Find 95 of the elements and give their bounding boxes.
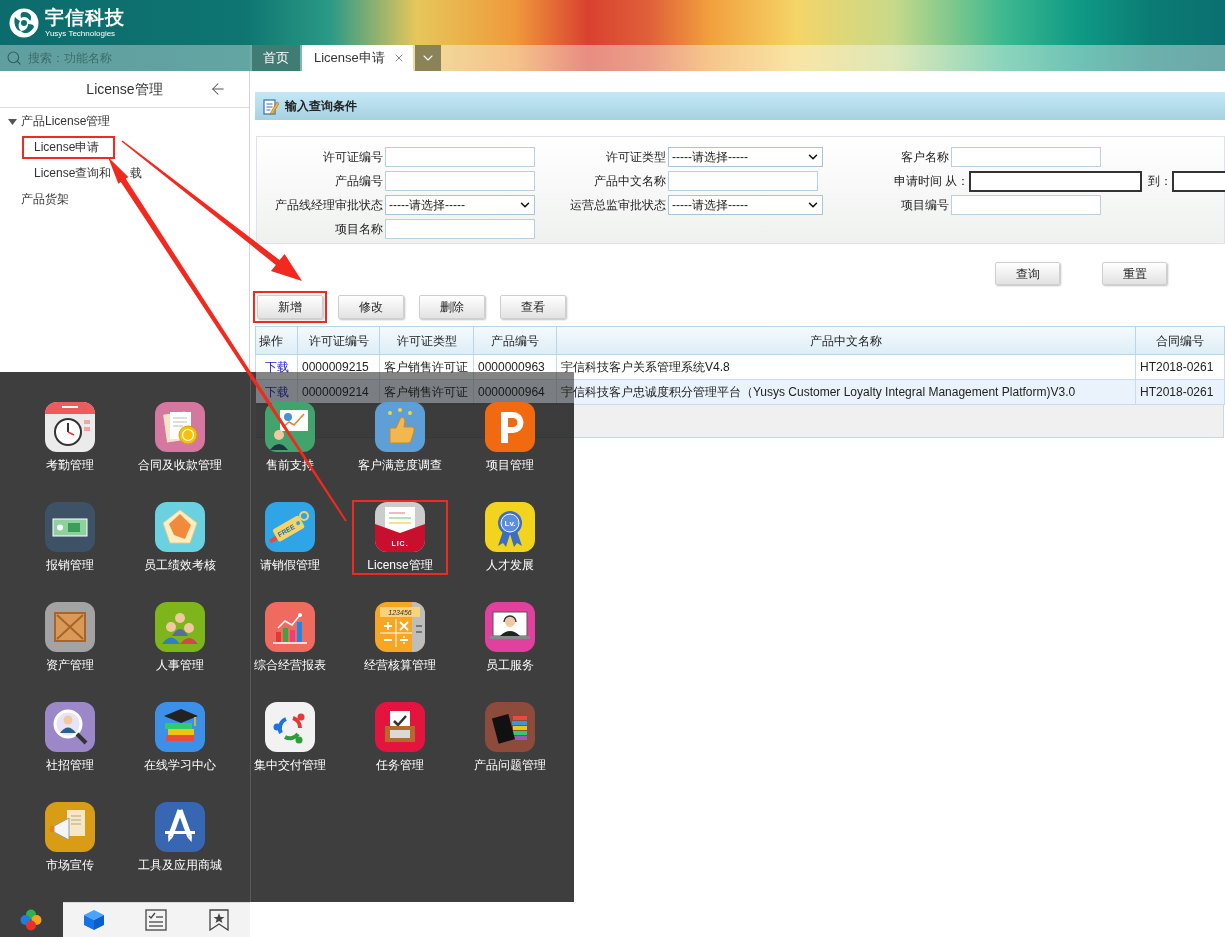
- tab[interactable]: 首页: [252, 45, 300, 71]
- logo-subtitle: Yusys Technologies: [45, 29, 117, 38]
- field-label: 从：: [945, 173, 969, 190]
- date-input-field[interactable]: [969, 170, 1142, 192]
- headset-person-icon: [485, 602, 535, 652]
- tree-item[interactable]: 产品License管理: [21, 112, 111, 130]
- column-header: 合同编号: [1135, 326, 1225, 355]
- column-header: 许可证类型: [379, 326, 474, 355]
- app-tile[interactable]: 员工绩效考核: [134, 502, 226, 572]
- action-button[interactable]: 删除: [419, 295, 485, 319]
- search-icon: [6, 50, 22, 66]
- tab-menu-button[interactable]: [414, 45, 441, 71]
- input-field[interactable]: [668, 171, 818, 191]
- sidebar-title: License管理: [85, 79, 164, 99]
- crate-icon: [45, 602, 95, 652]
- app-tile[interactable]: Lv. 人才发展: [464, 502, 556, 572]
- cube-icon: [82, 909, 105, 931]
- presentation-chart-icon: [265, 402, 315, 452]
- select-field[interactable]: -----请选择-----: [385, 195, 535, 215]
- select-field[interactable]: -----请选择-----: [668, 195, 823, 215]
- swirl-logo-icon: [9, 7, 39, 38]
- app-tile[interactable]: 任务管理: [354, 702, 446, 772]
- edit-note-icon: [263, 97, 279, 115]
- query-button[interactable]: 查询: [995, 262, 1060, 285]
- app-tile[interactable]: 集中交付管理: [244, 702, 336, 772]
- clover-icon: [20, 908, 43, 931]
- input-field[interactable]: [385, 219, 535, 239]
- ring-dots-icon: [265, 702, 315, 752]
- column-header: 操作: [255, 326, 298, 355]
- field-label: 项目名称: [334, 221, 383, 238]
- bookmark-star-icon: [208, 909, 229, 931]
- radar-chart-icon: [155, 502, 205, 552]
- input-field[interactable]: [951, 195, 1101, 215]
- app-tile[interactable]: 工具及应用商城: [134, 802, 226, 872]
- column-header: 产品编号: [473, 326, 557, 355]
- person-magnifier-icon: [45, 702, 95, 752]
- calendar-clock-icon: [45, 402, 95, 452]
- dock-tab[interactable]: [187, 902, 250, 937]
- checkbox-tray-icon: [375, 702, 425, 752]
- tree-item[interactable]: License申请: [34, 138, 100, 156]
- app-tile[interactable]: 人事管理: [134, 602, 226, 672]
- field-label: 运营总监审批状态: [569, 197, 666, 214]
- field-label: 产品编号: [334, 173, 383, 190]
- app-tile[interactable]: 合同及收款管理: [134, 402, 226, 472]
- field-label: 项目编号: [900, 197, 949, 214]
- dock-tab[interactable]: [0, 902, 63, 937]
- megaphone-icon: [45, 802, 95, 852]
- app-tile[interactable]: 市场宣传: [24, 802, 116, 872]
- caret-down-icon[interactable]: [8, 116, 17, 126]
- column-header: 许可证编号: [297, 326, 380, 355]
- table-cell: HT2018-0261: [1135, 354, 1225, 380]
- field-label: 到：: [1148, 173, 1172, 190]
- tab[interactable]: License申请: [302, 45, 413, 71]
- field-label: 申请时间: [893, 173, 942, 190]
- app-tile[interactable]: 考勤管理: [24, 402, 116, 472]
- column-header: 产品中文名称: [556, 326, 1136, 355]
- field-label: 许可证类型: [605, 149, 666, 166]
- app-tile[interactable]: 综合经营报表: [244, 602, 336, 672]
- app-tile[interactable]: 客户满意度调查: [354, 402, 446, 472]
- app-tile[interactable]: 员工服务: [464, 602, 556, 672]
- ribbon-badge-icon: Lv.: [485, 502, 535, 552]
- field-label: 产品线经理审批状态: [274, 197, 383, 214]
- dock-tab[interactable]: [62, 902, 125, 937]
- thumbs-up-icon: [375, 402, 425, 452]
- people-icon: [155, 602, 205, 652]
- tree-item[interactable]: 产品货架: [21, 190, 69, 208]
- app-tile[interactable]: 社招管理: [24, 702, 116, 772]
- books-icon: [485, 702, 535, 752]
- select-field[interactable]: -----请选择-----: [668, 147, 823, 167]
- p-logo-icon: [485, 402, 535, 452]
- checklist-icon: [145, 909, 168, 931]
- app-tile[interactable]: 资产管理: [24, 602, 116, 672]
- app-tile[interactable]: 报销管理: [24, 502, 116, 572]
- drafting-tools-icon: [155, 802, 205, 852]
- bar-chart-icon: [265, 602, 315, 652]
- action-button[interactable]: 新增: [257, 295, 323, 319]
- app-tile[interactable]: 产品问题管理: [464, 702, 556, 772]
- table-cell: HT2018-0261: [1135, 379, 1225, 405]
- query-button[interactable]: 重置: [1102, 262, 1167, 285]
- logo-title: 宇信科技: [45, 7, 125, 29]
- input-field[interactable]: [385, 171, 535, 191]
- tree-item[interactable]: License查询和 载: [34, 164, 142, 182]
- field-label: 产品中文名称: [593, 173, 666, 190]
- field-label: 许可证编号: [322, 149, 383, 166]
- input-field[interactable]: [951, 147, 1101, 167]
- field-label: 客户名称: [900, 149, 949, 166]
- document-coin-icon: [155, 402, 205, 452]
- app-tile[interactable]: 项目管理: [464, 402, 556, 472]
- input-field[interactable]: [385, 147, 535, 167]
- graduation-books-icon: [155, 702, 205, 752]
- app-tile[interactable]: 在线学习中心: [134, 702, 226, 772]
- section-title: 输入查询条件: [285, 98, 357, 115]
- action-button[interactable]: 修改: [338, 295, 404, 319]
- banknote-icon: [45, 502, 95, 552]
- action-button[interactable]: 查看: [500, 295, 566, 319]
